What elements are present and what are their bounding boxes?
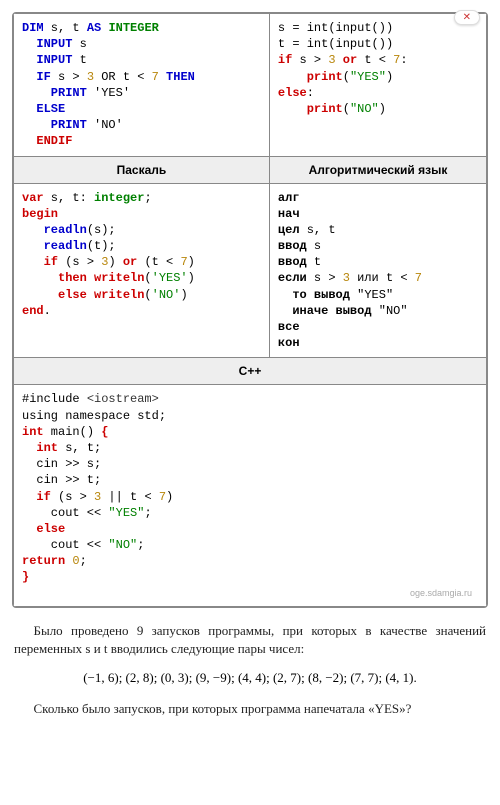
header-cpp: С++ — [14, 358, 487, 385]
paragraph-1: Было проведено 9 запусков программы, при… — [14, 622, 486, 658]
cpp-cell: #include <iostream> using namespace std;… — [14, 385, 487, 606]
algo-code: алг нач цел s, t ввод s ввод t если s > … — [278, 190, 478, 352]
pairs-list: (−1, 6); (2, 8); (0, 3); (9, −9); (4, 4)… — [14, 670, 486, 686]
code-table: DIM s, t AS INTEGER INPUT s INPUT t IF s… — [13, 13, 487, 607]
cpp-code: #include <iostream> using namespace std;… — [22, 391, 478, 585]
header-algo: Алгоритмический язык — [269, 156, 486, 183]
watermark: oge.sdamgia.ru — [22, 586, 478, 600]
basic-cell: DIM s, t AS INTEGER INPUT s INPUT t IF s… — [14, 14, 270, 157]
pascal-cell: var s, t: integer; begin readln(s); read… — [14, 183, 270, 358]
python-cell: s = int(input()) t = int(input()) if s >… — [269, 14, 486, 157]
algo-cell: алг нач цел s, t ввод s ввод t если s > … — [269, 183, 486, 358]
header-pascal: Паскаль — [14, 156, 270, 183]
pascal-code: var s, t: integer; begin readln(s); read… — [22, 190, 261, 320]
python-code: s = int(input()) t = int(input()) if s >… — [278, 20, 478, 117]
paragraph-2: Сколько было запусков, при которых прогр… — [14, 700, 486, 718]
close-badge[interactable]: ✕ — [454, 10, 480, 25]
basic-code: DIM s, t AS INTEGER INPUT s INPUT t IF s… — [22, 20, 261, 150]
code-card: DIM s, t AS INTEGER INPUT s INPUT t IF s… — [12, 12, 488, 608]
